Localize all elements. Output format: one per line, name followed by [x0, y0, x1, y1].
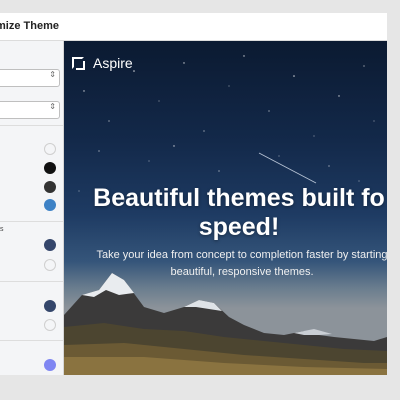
mountain-landscape	[64, 273, 387, 375]
swatch-blue[interactable]	[44, 199, 56, 211]
divider	[0, 281, 63, 282]
hero-title-line-2: speed!	[198, 213, 280, 241]
hero-title: Beautiful themes built fo speed!	[74, 184, 387, 242]
select-arrows-icon: ⇕	[49, 102, 56, 111]
theme-preview: Aspire Beautiful themes built fo speed! …	[64, 41, 387, 375]
theme-select-1[interactable]: ⇕	[0, 69, 60, 87]
divider	[0, 340, 63, 341]
theme-select-2[interactable]: ⇕	[0, 101, 60, 119]
swatch-white[interactable]	[44, 319, 56, 331]
swatch-periwinkle[interactable]	[44, 359, 56, 371]
section-label-fragment: s	[0, 226, 4, 233]
swatch-navy[interactable]	[44, 239, 56, 251]
swatch-black[interactable]	[44, 162, 56, 174]
divider	[0, 125, 63, 126]
title-bar: mize Theme	[0, 13, 387, 41]
brand-name: Aspire	[93, 55, 133, 71]
swatch-dark-gray[interactable]	[44, 181, 56, 193]
customize-theme-window: mize Theme ⇕ ⇕ s Aspire Beautiful themes…	[0, 13, 387, 375]
hero-title-line-1: Beautiful themes built fo	[93, 184, 385, 212]
swatch-white[interactable]	[44, 259, 56, 271]
divider	[0, 221, 63, 222]
select-arrows-icon: ⇕	[49, 70, 56, 79]
window-title: mize Theme	[0, 20, 59, 32]
swatch-navy[interactable]	[44, 300, 56, 312]
swatch-white[interactable]	[44, 143, 56, 155]
brand-logo[interactable]: Aspire	[72, 54, 133, 72]
customize-sidebar: ⇕ ⇕ s	[0, 41, 64, 375]
aspire-logo-icon	[72, 57, 85, 70]
